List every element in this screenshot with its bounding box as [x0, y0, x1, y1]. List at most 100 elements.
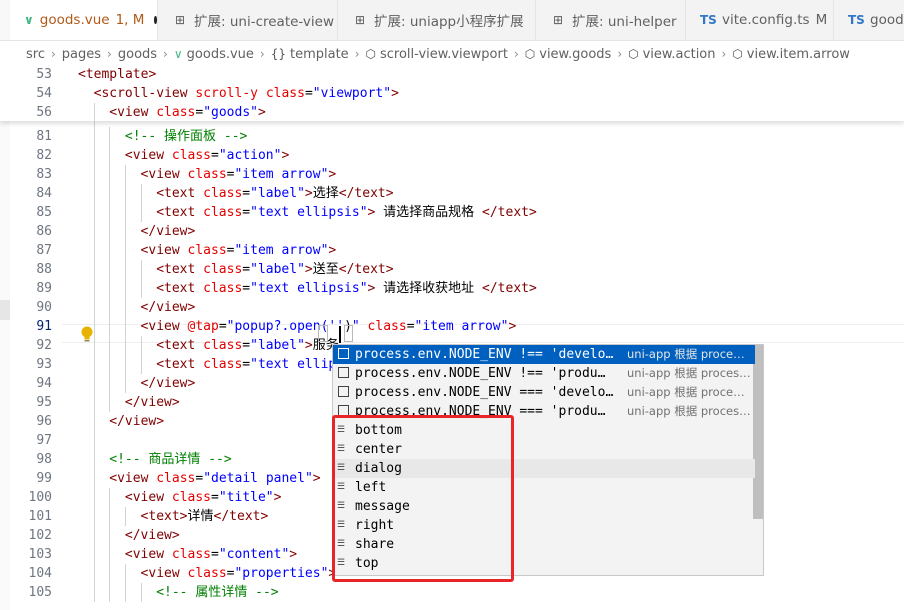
- code-line[interactable]: 88 <text class="label">送至</text>: [0, 260, 904, 279]
- token: >: [508, 319, 517, 334]
- bracket-match-close: [344, 325, 353, 342]
- unsaved-dot-icon[interactable]: [154, 16, 157, 24]
- code-line[interactable]: 89 <text class="text ellipsis"> 请选择收获地址 <…: [0, 279, 904, 298]
- line-number: 94: [36, 376, 52, 391]
- code-text: <!-- 商品详情 -->: [109, 450, 231, 469]
- extension-icon: ⊞: [354, 13, 366, 27]
- variable-icon: [338, 367, 349, 378]
- code-text: </view>: [141, 222, 196, 241]
- breadcrumb-item[interactable]: goods.vue: [187, 47, 254, 62]
- suggestion-label: process.env.NODE_ENV !== 'produ…: [355, 366, 606, 381]
- indent-guide: [93, 103, 95, 122]
- code-text: <view class="action">: [125, 146, 289, 165]
- cube-icon: ⬡: [365, 47, 376, 61]
- code-line[interactable]: 81 <!-- 操作面板 -->: [0, 127, 904, 146]
- indent-guide: [124, 507, 126, 526]
- token: =: [242, 357, 251, 372]
- suggestion-item[interactable]: process.env.NODE_ENV === 'develo… uni-app…: [333, 383, 755, 402]
- line-number: 86: [36, 224, 52, 239]
- token: class: [156, 471, 196, 486]
- tab-2[interactable]: ⊞ 扩展: uniapp小程序扩展: [338, 0, 536, 40]
- token: <view: [140, 167, 188, 182]
- tab-1[interactable]: ⊞ 扩展: uni-create-view: [158, 0, 338, 40]
- code-line[interactable]: 83 <view class="item arrow">: [0, 165, 904, 184]
- token: </view>: [124, 528, 180, 543]
- indent-guide: [93, 545, 95, 564]
- breadcrumb-item[interactable]: scroll-view.viewport: [380, 47, 508, 62]
- code-line[interactable]: 85 <text class="text ellipsis"> 请选择商品规格 <…: [0, 203, 904, 222]
- code-text: <view class="content">: [125, 545, 297, 564]
- token: class: [187, 243, 227, 258]
- tab-3[interactable]: ⊞ 扩展: uni-helper: [536, 0, 686, 40]
- token: "viewport": [312, 86, 392, 101]
- tab-bar-edge: [0, 0, 10, 40]
- breadcrumb-item[interactable]: view.item.arrow: [747, 47, 850, 62]
- indent-guide: [93, 279, 95, 298]
- token: <view: [124, 490, 172, 505]
- breadcrumb-item[interactable]: view.action: [643, 47, 716, 62]
- tab-label: 扩展: uni-helper: [572, 14, 677, 30]
- code-text: <view class="title">: [125, 488, 282, 507]
- indent-guide: [93, 374, 95, 393]
- suggestion-item[interactable]: process.env.NODE_ENV !== 'develo… uni-app…: [333, 345, 755, 364]
- token: class: [203, 205, 243, 220]
- indent-guide: [109, 336, 111, 355]
- code-line[interactable]: 82 <view class="action">: [0, 146, 904, 165]
- token: "text ellipsis": [250, 205, 368, 220]
- vue-icon: ∨: [173, 47, 183, 61]
- token: "properties": [234, 566, 329, 581]
- code-text: <view class="item arrow">: [141, 241, 337, 260]
- token: <text: [156, 357, 204, 372]
- code-line[interactable]: 56 <view class="goods">: [0, 103, 904, 122]
- code-line[interactable]: 53 <template>: [0, 65, 904, 84]
- indent-guide: [93, 260, 95, 279]
- line-number: 90: [36, 300, 52, 315]
- tab-4[interactable]: TS vite.config.ts M: [686, 0, 834, 40]
- editor-tab-bar: ∨ goods.vue 1, M ⊞ 扩展: uni-create-view ⊞ 扩展: u…: [0, 0, 904, 41]
- suggestion-detail: uni-app 根据 proces…: [627, 366, 751, 380]
- code-line[interactable]: 87 <view class="item arrow">: [0, 241, 904, 260]
- token: <text: [156, 281, 204, 296]
- suggestion-detail: uni-app 根据 proces…: [627, 404, 751, 418]
- line-number: 97: [36, 433, 52, 448]
- token: =: [304, 86, 313, 101]
- breadcrumb-item[interactable]: template: [290, 47, 349, 62]
- token: </text>: [482, 281, 537, 296]
- highlight-annotation-box: [332, 415, 514, 582]
- line-number: 105: [28, 585, 52, 600]
- code-line[interactable]: 86 </view>: [0, 222, 904, 241]
- breadcrumb-item[interactable]: pages: [62, 47, 101, 62]
- tab-label: goods.vue: [39, 12, 110, 28]
- token: </text>: [213, 509, 269, 524]
- extension-icon: ⊞: [174, 13, 186, 27]
- breadcrumb-item[interactable]: view.goods: [539, 47, 611, 62]
- code-text: <text class="text ellipsis"> 请选择商品规格 </t…: [156, 203, 537, 222]
- code-text: <view @tap="popup?.open('')" class="item…: [141, 317, 517, 336]
- code-line[interactable]: 105 <!-- 属性详情 -->: [0, 583, 904, 602]
- indent-guide: [109, 393, 111, 412]
- code-line[interactable]: 91 <view @tap="popup?.open('')" class="it…: [0, 317, 904, 336]
- sticky-scroll-header[interactable]: 53 <template> 54 <scroll-view scroll-y clas…: [0, 65, 904, 122]
- tab-0[interactable]: ∨ goods.vue 1, M: [10, 0, 158, 40]
- token: >: [281, 148, 290, 163]
- token: "goods": [203, 105, 258, 120]
- breadcrumb-item[interactable]: goods: [118, 47, 157, 62]
- code-line[interactable]: 54 <scroll-view scroll-y class="viewport"…: [0, 84, 904, 103]
- indent-guide: [93, 222, 95, 241]
- token: </text>: [482, 205, 537, 220]
- code-text: <scroll-view scroll-y class="viewport">: [94, 84, 399, 103]
- token: "label": [250, 262, 305, 277]
- code-line[interactable]: 90 </view>: [0, 298, 904, 317]
- token: <template>: [78, 67, 157, 82]
- lightbulb-icon[interactable]: [80, 325, 94, 343]
- indent-guide: [93, 127, 95, 146]
- chevron-right-icon: ›: [354, 47, 360, 61]
- suggestion-item[interactable]: process.env.NODE_ENV !== 'produ… uni-app …: [333, 364, 755, 383]
- token: >: [289, 547, 298, 562]
- token: =: [242, 281, 251, 296]
- breadcrumb-item[interactable]: src: [26, 47, 45, 62]
- tab-5[interactable]: TS goods: [834, 0, 904, 40]
- code-text: <view class="properties">: [141, 564, 337, 583]
- indent-guide: [109, 165, 111, 184]
- code-line[interactable]: 84 <text class="label">选择</text>: [0, 184, 904, 203]
